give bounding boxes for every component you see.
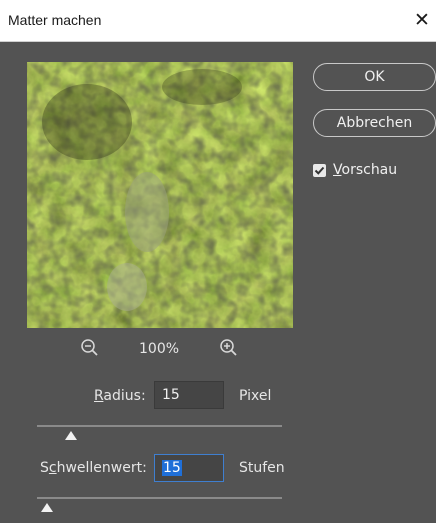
radius-input[interactable]: 15 bbox=[154, 381, 224, 409]
threshold-input-value: 15 bbox=[162, 460, 182, 476]
window-title: Matter machen bbox=[8, 12, 102, 28]
threshold-label-mnemonic: c bbox=[48, 460, 57, 476]
preview-checkbox-row[interactable]: Vorschau bbox=[313, 160, 397, 180]
cancel-button[interactable]: Abbrechen bbox=[313, 109, 436, 137]
threshold-input[interactable]: 15 bbox=[154, 454, 224, 482]
radius-unit: Pixel bbox=[239, 388, 272, 404]
threshold-unit: Stufen bbox=[239, 460, 285, 476]
title-bar: Matter machen ✕ bbox=[0, 0, 436, 42]
radius-slider-thumb[interactable] bbox=[65, 431, 78, 440]
threshold-slider-thumb[interactable] bbox=[40, 503, 53, 512]
zoom-in-icon[interactable] bbox=[219, 338, 239, 360]
radius-slider-track[interactable] bbox=[37, 425, 282, 427]
zoom-level: 100% bbox=[139, 341, 180, 357]
zoom-out-icon[interactable] bbox=[80, 338, 100, 360]
radius-label: Radius: bbox=[94, 388, 146, 404]
preview-image[interactable] bbox=[27, 62, 293, 328]
close-icon[interactable]: ✕ bbox=[414, 6, 436, 34]
radius-label-mnemonic: R bbox=[94, 388, 104, 404]
threshold-label: Schwellenwert: bbox=[40, 460, 147, 476]
preview-checkbox-label: Vorschau bbox=[333, 162, 398, 178]
preview-texture bbox=[27, 62, 293, 328]
checkmark-icon bbox=[314, 166, 325, 175]
ok-button[interactable]: OK bbox=[313, 63, 436, 91]
preview-label-mnemonic: V bbox=[333, 162, 342, 178]
preview-checkbox[interactable] bbox=[313, 163, 326, 177]
threshold-slider-track[interactable] bbox=[37, 497, 282, 499]
